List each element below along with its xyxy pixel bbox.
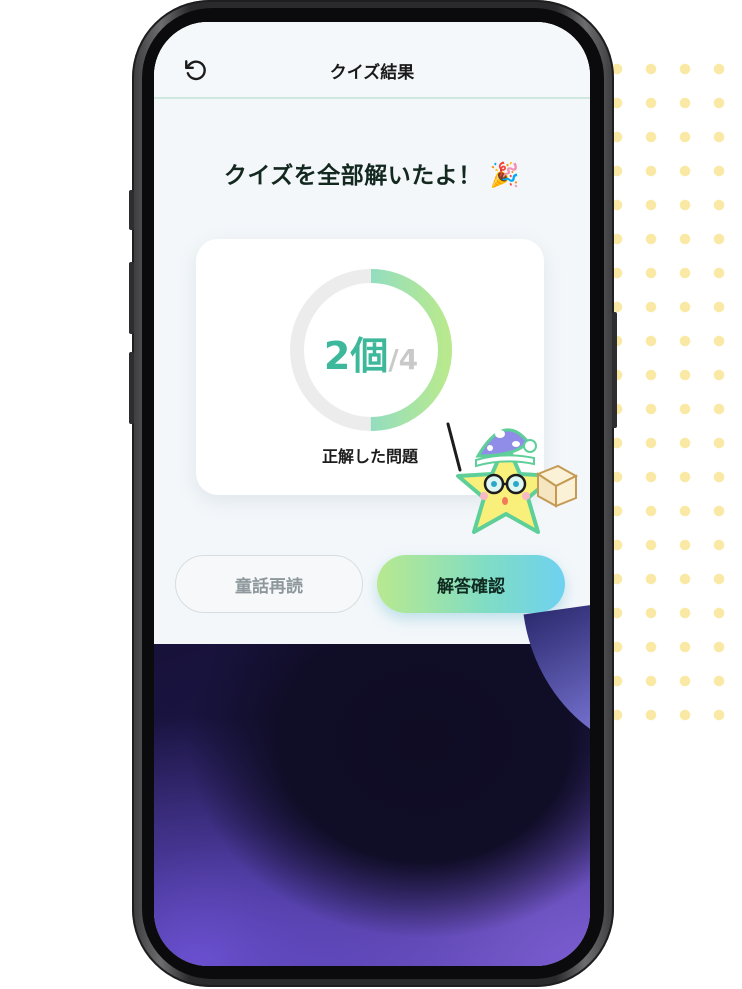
phone-side-button (129, 190, 134, 230)
decorative-dot-pattern (600, 52, 742, 732)
reread-story-button[interactable]: 童話再読 (175, 555, 363, 613)
star-wizard-mascot-icon (446, 422, 578, 534)
score-display: 2個/4 (288, 325, 454, 380)
total-count: /4 (388, 343, 419, 376)
quiz-result-view: クイズ結果 クイズを全部解いたよ！ 🎉 2個/4 正解した問題 童話再読 解答確… (154, 22, 590, 644)
phone-screen: クイズ結果 クイズを全部解いたよ！ 🎉 2個/4 正解した問題 童話再読 解答確… (154, 22, 590, 966)
result-headline: クイズを全部解いたよ！ 🎉 (154, 156, 590, 190)
correct-count: 2個 (323, 334, 389, 378)
phone-power-button (612, 312, 617, 428)
page-title: クイズ結果 (329, 63, 415, 83)
phone-volume-up (129, 262, 134, 334)
phone-volume-down (129, 352, 134, 424)
headline-text: クイズを全部解いたよ！ (223, 163, 482, 189)
view-answers-button[interactable]: 解答確認 (377, 555, 565, 613)
header: クイズ結果 (154, 22, 590, 99)
home-wallpaper (154, 595, 590, 966)
party-popper-icon: 🎉 (489, 161, 521, 189)
